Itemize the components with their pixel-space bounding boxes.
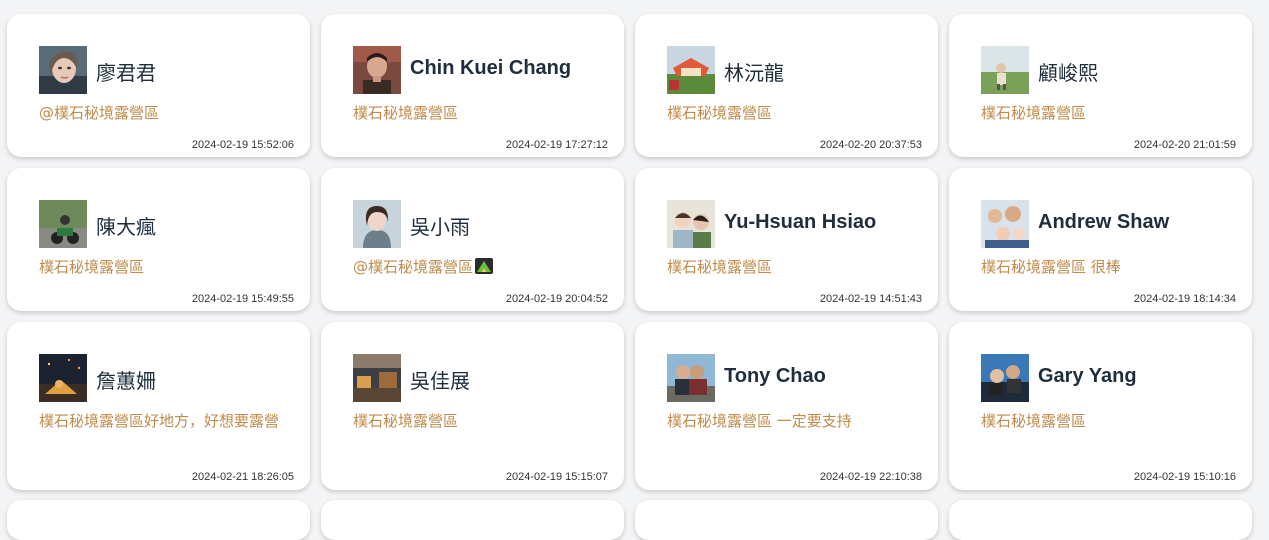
- reviewer-name: 陳大瘋: [96, 215, 156, 239]
- review-card[interactable]: 顧峻熙 樸石秘境露營區 2024-02-20 21:01:59: [949, 14, 1252, 157]
- review-timestamp: 2024-02-19 15:52:06: [191, 139, 294, 151]
- review-timestamp: 2024-02-19 15:15:07: [505, 471, 608, 483]
- review-comment-text: @樸石秘境露營區: [353, 258, 474, 276]
- avatar: [981, 354, 1029, 402]
- review-comment: 樸石秘境露營區: [981, 104, 1087, 122]
- review-card[interactable]: Yu-Hsuan Hsiao 樸石秘境露營區 2024-02-19 14:51:…: [635, 168, 938, 311]
- avatar: [667, 46, 715, 94]
- review-grid: 廖君君 @樸石秘境露營區 2024-02-19 15:52:06 Chin Ku…: [0, 0, 1269, 540]
- avatar: [667, 200, 715, 248]
- review-card[interactable]: 吳小雨 @樸石秘境露營區 2024-02-19 20:04:52: [321, 168, 624, 311]
- review-comment: 樸石秘境露營區: [353, 412, 459, 430]
- review-timestamp: 2024-02-19 15:10:16: [1133, 471, 1236, 483]
- review-card[interactable]: [635, 500, 938, 540]
- review-timestamp: 2024-02-21 18:26:05: [191, 471, 294, 483]
- review-comment: 樸石秘境露營區: [667, 258, 773, 276]
- review-comment: 樸石秘境露營區 一定要支持: [667, 412, 852, 430]
- reviewer-name: Yu-Hsuan Hsiao: [724, 211, 877, 233]
- review-comment: 樸石秘境露營區好地方，好想要露營: [39, 412, 280, 430]
- review-card[interactable]: 詹蕙姍 樸石秘境露營區好地方，好想要露營 2024-02-21 18:26:05: [7, 322, 310, 490]
- reviewer-name: 吳佳展: [410, 369, 470, 393]
- review-comment: 樸石秘境露營區: [667, 104, 773, 122]
- camping-icon: [475, 258, 494, 274]
- review-timestamp: 2024-02-19 22:10:38: [819, 471, 922, 483]
- reviewer-name: 詹蕙姍: [96, 369, 156, 393]
- reviewer-name: Chin Kuei Chang: [410, 57, 572, 79]
- reviewer-name: 吳小雨: [410, 215, 470, 239]
- review-card[interactable]: Andrew Shaw 樸石秘境露營區 很棒 2024-02-19 18:14:…: [949, 168, 1252, 311]
- avatar: [353, 200, 401, 248]
- review-comment: 樸石秘境露營區: [39, 258, 145, 276]
- review-card[interactable]: Chin Kuei Chang 樸石秘境露營區 2024-02-19 17:27…: [321, 14, 624, 157]
- review-timestamp: 2024-02-20 20:37:53: [819, 139, 922, 151]
- avatar: [353, 46, 401, 94]
- review-card[interactable]: [949, 500, 1252, 540]
- avatar: [981, 200, 1029, 248]
- review-timestamp: 2024-02-19 20:04:52: [505, 293, 608, 305]
- review-comment: @樸石秘境露營區: [39, 104, 160, 122]
- review-card[interactable]: [321, 500, 624, 540]
- review-card[interactable]: 廖君君 @樸石秘境露營區 2024-02-19 15:52:06: [7, 14, 310, 157]
- reviewer-name: 廖君君: [96, 61, 156, 85]
- review-timestamp: 2024-02-19 15:49:55: [191, 293, 294, 305]
- avatar: [39, 354, 87, 402]
- review-card[interactable]: Gary Yang 樸石秘境露營區 2024-02-19 15:10:16: [949, 322, 1252, 490]
- reviewer-name: Andrew Shaw: [1038, 211, 1170, 233]
- review-timestamp: 2024-02-19 18:14:34: [1133, 293, 1236, 305]
- reviewer-name: 顧峻熙: [1038, 61, 1098, 85]
- review-card[interactable]: 林沅龍 樸石秘境露營區 2024-02-20 20:37:53: [635, 14, 938, 157]
- review-comment: 樸石秘境露營區: [981, 412, 1087, 430]
- review-comment: 樸石秘境露營區: [353, 104, 459, 122]
- avatar: [39, 200, 87, 248]
- review-timestamp: 2024-02-20 21:01:59: [1133, 139, 1236, 151]
- review-card[interactable]: 陳大瘋 樸石秘境露營區 2024-02-19 15:49:55: [7, 168, 310, 311]
- review-card[interactable]: Tony Chao 樸石秘境露營區 一定要支持 2024-02-19 22:10…: [635, 322, 938, 490]
- reviewer-name: Tony Chao: [724, 365, 826, 387]
- review-comment: 樸石秘境露營區 很棒: [981, 258, 1121, 276]
- review-card[interactable]: [7, 500, 310, 540]
- review-card[interactable]: 吳佳展 樸石秘境露營區 2024-02-19 15:15:07: [321, 322, 624, 490]
- reviewer-name: Gary Yang: [1038, 365, 1137, 387]
- review-timestamp: 2024-02-19 17:27:12: [505, 139, 608, 151]
- avatar: [667, 354, 715, 402]
- avatar: [353, 354, 401, 402]
- review-timestamp: 2024-02-19 14:51:43: [819, 293, 922, 305]
- avatar: [981, 46, 1029, 94]
- avatar: [39, 46, 87, 94]
- review-comment: @樸石秘境露營區: [353, 256, 603, 279]
- reviewer-name: 林沅龍: [724, 61, 784, 85]
